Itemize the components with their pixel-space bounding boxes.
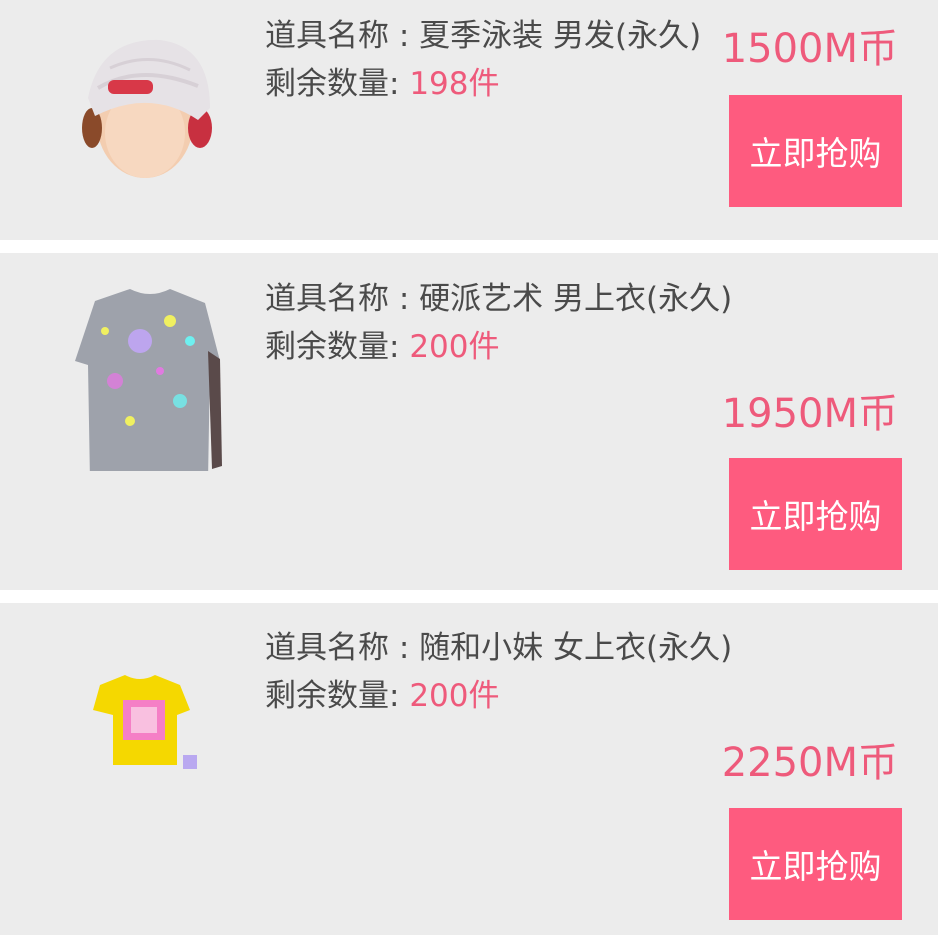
item-stock-label: 剩余数量: bbox=[265, 66, 410, 102]
item-stock-label: 剩余数量: bbox=[265, 329, 410, 365]
item-stock: 200件 bbox=[409, 678, 500, 714]
item-stock-row: 剩余数量: 200件 bbox=[265, 672, 732, 720]
paint-splatter-shirt-icon bbox=[75, 289, 222, 471]
item-info: 道具名称 : 夏季泳装 男发(永久) 剩余数量: 198件 bbox=[265, 12, 701, 108]
buy-now-button[interactable]: 立即抢购 bbox=[729, 808, 902, 920]
item-info: 道具名称 : 随和小妹 女上衣(永久) 剩余数量: 200件 bbox=[265, 624, 732, 720]
item-stock-row: 剩余数量: 200件 bbox=[265, 323, 732, 371]
cap-hair-icon bbox=[82, 39, 212, 178]
item-name-label: 道具名称 : bbox=[265, 630, 420, 666]
item-list: 道具名称 : 夏季泳装 男发(永久) 剩余数量: 198件 1500M币 立即抢… bbox=[0, 0, 938, 935]
item-card: 道具名称 : 随和小妹 女上衣(永久) 剩余数量: 200件 2250M币 立即… bbox=[0, 603, 938, 935]
item-name: 硬派艺术 男上衣(永久) bbox=[419, 281, 733, 317]
buy-now-button[interactable]: 立即抢购 bbox=[729, 95, 902, 207]
item-name-row: 道具名称 : 随和小妹 女上衣(永久) bbox=[265, 624, 732, 672]
item-stock: 200件 bbox=[409, 329, 500, 365]
yellow-tshirt-icon bbox=[93, 675, 197, 769]
item-stock-label: 剩余数量: bbox=[265, 678, 410, 714]
item-card: 道具名称 : 硬派艺术 男上衣(永久) 剩余数量: 200件 1950M币 立即… bbox=[0, 253, 938, 590]
item-price: 1500M币 bbox=[721, 26, 898, 72]
item-name-label: 道具名称 : bbox=[265, 18, 420, 54]
item-stock-row: 剩余数量: 198件 bbox=[265, 60, 701, 108]
item-name-row: 道具名称 : 夏季泳装 男发(永久) bbox=[265, 12, 701, 60]
item-stock: 198件 bbox=[409, 66, 500, 102]
item-price: 1950M币 bbox=[721, 391, 898, 437]
item-card: 道具名称 : 夏季泳装 男发(永久) 剩余数量: 198件 1500M币 立即抢… bbox=[0, 0, 938, 240]
item-price: 2250M币 bbox=[721, 740, 898, 786]
item-name-row: 道具名称 : 硬派艺术 男上衣(永久) bbox=[265, 275, 732, 323]
item-name: 随和小妹 女上衣(永久) bbox=[419, 630, 733, 666]
item-info: 道具名称 : 硬派艺术 男上衣(永久) 剩余数量: 200件 bbox=[265, 275, 732, 371]
item-name-label: 道具名称 : bbox=[265, 281, 420, 317]
buy-now-button[interactable]: 立即抢购 bbox=[729, 458, 902, 570]
item-name: 夏季泳装 男发(永久) bbox=[419, 18, 702, 54]
